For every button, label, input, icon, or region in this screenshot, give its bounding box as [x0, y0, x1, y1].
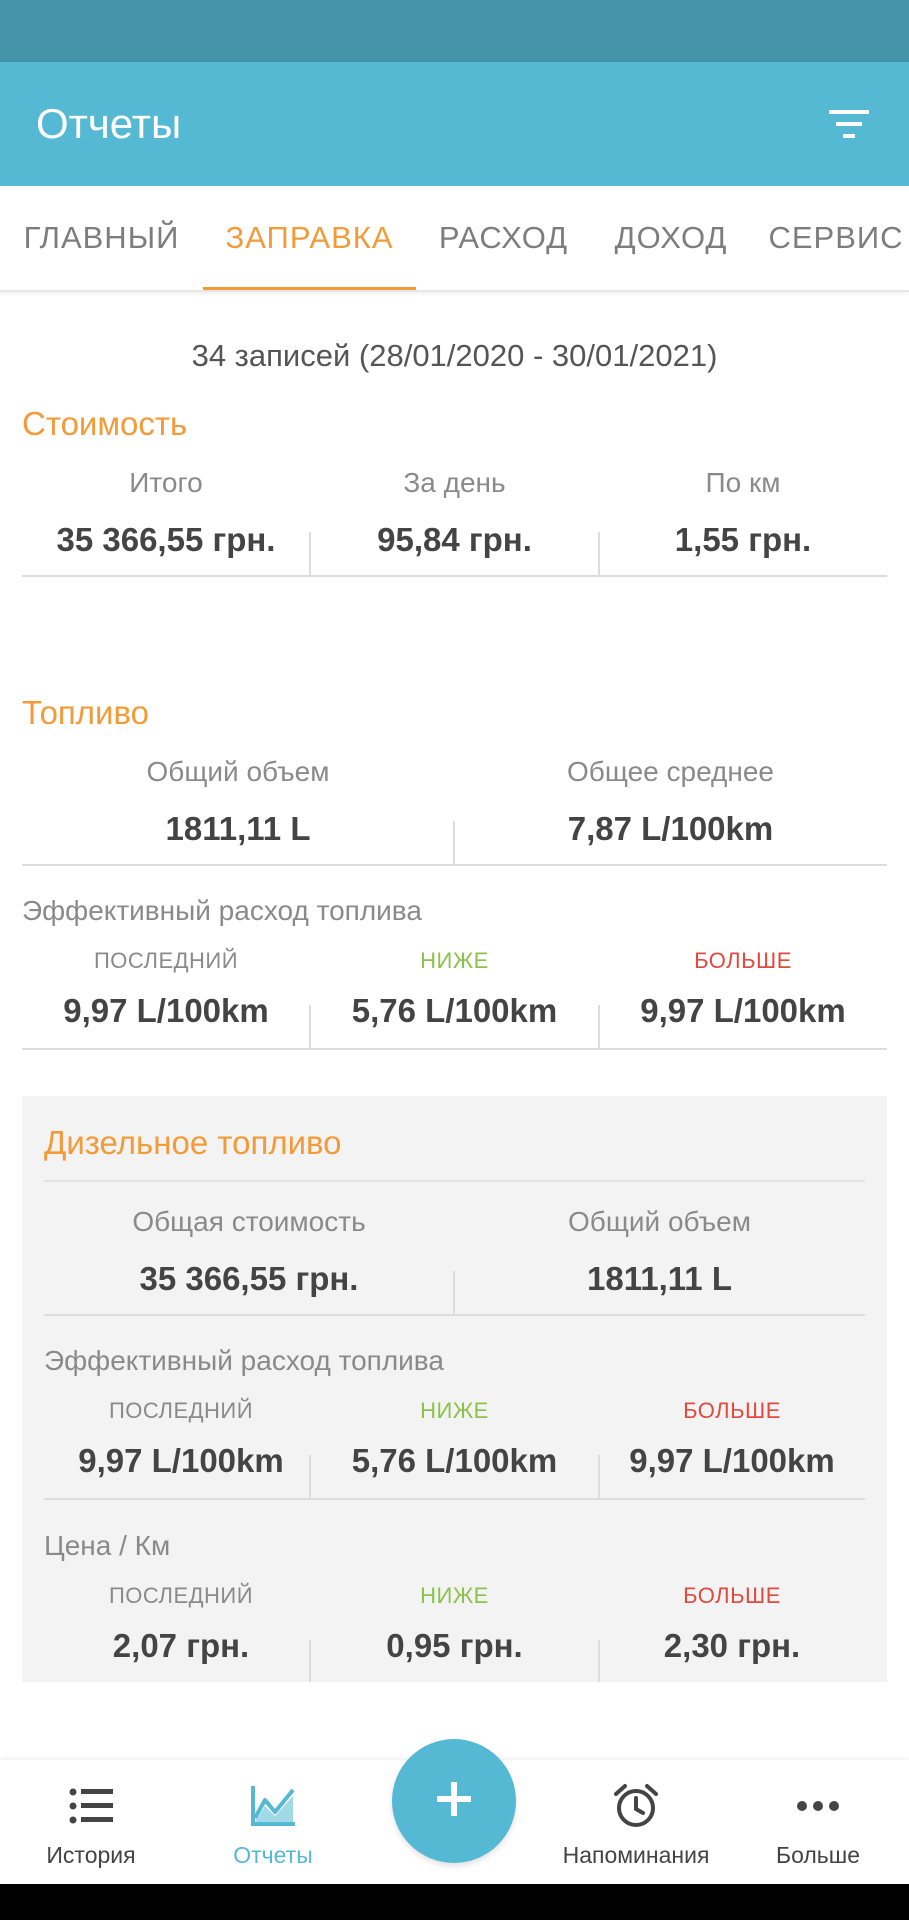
diesel-total-volume-label: Общий объем: [568, 1206, 751, 1237]
divider: [44, 1180, 865, 1182]
cost-row: Итого 35 366,55 грн. За день 95,84 грн. …: [22, 467, 887, 577]
fuel-efficiency-title: Эффективный расход топлива: [22, 895, 422, 926]
fuel-efficiency-low: НИЖЕ 5,76 L/100km: [310, 948, 599, 1030]
tab-main[interactable]: ГЛАВНЫЙ: [0, 186, 203, 290]
nav-reports[interactable]: Отчеты: [182, 1760, 364, 1884]
tab-indicator: [203, 287, 416, 290]
price-per-km-high: БОЛЬШЕ 2,30 грн.: [599, 1583, 865, 1665]
fuel-average: Общее среднее 7,87 L/100km: [454, 756, 887, 848]
fuel-total-volume-value: 1811,11 L: [165, 810, 311, 847]
list-icon: [67, 1782, 115, 1830]
app-bar: Отчеты: [0, 62, 909, 186]
diesel-efficiency-last: ПОСЛЕДНИЙ 9,97 L/100km: [44, 1398, 318, 1480]
cost-per-km: По км 1,55 грн.: [599, 467, 887, 559]
diesel-section-title: Дизельное топливо: [44, 1124, 342, 1161]
tab-service[interactable]: СЕРВИС: [751, 186, 909, 290]
price-per-km-last-value: 2,07 грн.: [112, 1627, 250, 1664]
tab-expense[interactable]: РАСХОД: [416, 186, 591, 290]
cost-per-km-value: 1,55 грн.: [674, 521, 812, 558]
diesel-efficiency-low-label: НИЖЕ: [420, 1398, 489, 1423]
cost-total-value: 35 366,55 грн.: [56, 521, 276, 558]
nav-reports-label: Отчеты: [233, 1842, 313, 1868]
fuel-efficiency-low-label: НИЖЕ: [420, 948, 489, 973]
diesel-efficiency-title: Эффективный расход топлива: [44, 1345, 444, 1376]
cost-total-label: Итого: [129, 467, 203, 498]
price-per-km-row: ПОСЛЕДНИЙ 2,07 грн. НИЖЕ 0,95 грн. БОЛЬШ…: [44, 1583, 865, 1682]
plus-icon: [435, 1780, 473, 1823]
cost-per-km-label: По км: [705, 467, 781, 498]
fuel-efficiency-high-value: 9,97 L/100km: [640, 992, 846, 1029]
price-per-km-high-value: 2,30 грн.: [663, 1627, 801, 1664]
price-per-km-last-label: ПОСЛЕДНИЙ: [108, 1583, 254, 1608]
diesel-efficiency-high: БОЛЬШЕ 9,97 L/100km: [599, 1398, 865, 1480]
price-per-km-low-value: 0,95 грн.: [386, 1627, 523, 1664]
fuel-row: Общий объем 1811,11 L Общее среднее 7,87…: [22, 756, 887, 866]
diesel-total-cost: Общая стоимость 35 366,55 грн.: [44, 1206, 454, 1298]
diesel-total-volume-value: 1811,11 L: [587, 1260, 732, 1297]
cost-per-day: За день 95,84 грн.: [310, 467, 599, 559]
tab-refuel[interactable]: ЗАПРАВКА: [203, 186, 416, 290]
diesel-efficiency-low-value: 5,76 L/100km: [351, 1442, 558, 1479]
app-title: Отчеты: [36, 100, 182, 147]
fuel-efficiency-high: БОЛЬШЕ 9,97 L/100km: [599, 948, 887, 1030]
status-bar: [0, 0, 909, 62]
chart-icon: [249, 1782, 297, 1830]
price-per-km-title: Цена / Км: [44, 1530, 171, 1561]
cost-per-day-label: За день: [403, 467, 506, 498]
diesel-total-volume: Общий объем 1811,11 L: [454, 1206, 865, 1298]
fuel-average-label: Общее среднее: [567, 756, 774, 787]
tab-bar: ГЛАВНЫЙ ЗАПРАВКА РАСХОД ДОХОД СЕРВИС: [0, 186, 909, 292]
diesel-efficiency-high-label: БОЛЬШЕ: [683, 1398, 781, 1423]
fuel-total-volume: Общий объем 1811,11 L: [22, 756, 454, 848]
diesel-efficiency-last-value: 9,97 L/100km: [78, 1442, 284, 1479]
nav-more[interactable]: Больше: [727, 1760, 909, 1884]
fuel-efficiency-last-label: ПОСЛЕДНИЙ: [93, 948, 239, 973]
price-per-km-high-label: БОЛЬШЕ: [683, 1583, 781, 1608]
nav-history-label: История: [46, 1842, 136, 1868]
alarm-clock-icon: [612, 1782, 660, 1830]
fuel-efficiency-last-value: 9,97 L/100km: [63, 992, 269, 1029]
records-summary: 34 записей (28/01/2020 - 30/01/2021): [191, 338, 718, 373]
nav-reminders[interactable]: Напоминания: [545, 1760, 727, 1884]
fuel-total-volume-label: Общий объем: [146, 756, 330, 787]
fuel-efficiency-low-value: 5,76 L/100km: [351, 992, 558, 1029]
cost-total: Итого 35 366,55 грн.: [22, 467, 310, 559]
fuel-efficiency-last: ПОСЛЕДНИЙ 9,97 L/100km: [22, 948, 310, 1030]
diesel-efficiency-high-value: 9,97 L/100km: [629, 1442, 835, 1479]
add-record-button[interactable]: [392, 1739, 516, 1863]
fuel-average-value: 7,87 L/100km: [567, 810, 774, 847]
fuel-section-title: Топливо: [22, 694, 150, 731]
cost-per-day-value: 95,84 грн.: [377, 521, 532, 558]
diesel-row: Общая стоимость 35 366,55 грн. Общий объ…: [44, 1206, 865, 1316]
nav-more-label: Больше: [775, 1842, 861, 1868]
more-dots-icon: [794, 1782, 842, 1830]
cost-section-title: Стоимость: [22, 405, 188, 442]
price-per-km-low: НИЖЕ 0,95 грн.: [310, 1583, 599, 1665]
filter-icon[interactable]: [825, 100, 873, 148]
diesel-efficiency-row: ПОСЛЕДНИЙ 9,97 L/100km НИЖЕ 5,76 L/100km…: [44, 1398, 865, 1500]
price-per-km-low-label: НИЖЕ: [420, 1583, 489, 1608]
price-per-km-last: ПОСЛЕДНИЙ 2,07 грн.: [44, 1583, 318, 1665]
diesel-total-cost-label: Общая стоимость: [132, 1206, 366, 1237]
nav-reminders-label: Напоминания: [562, 1842, 710, 1868]
diesel-efficiency-low: НИЖЕ 5,76 L/100km: [310, 1398, 599, 1480]
diesel-card: Дизельное топливо Общая стоимость 35 366…: [22, 1096, 887, 1682]
fuel-efficiency-high-label: БОЛЬШЕ: [694, 948, 792, 973]
diesel-efficiency-last-label: ПОСЛЕДНИЙ: [108, 1398, 254, 1423]
tab-income[interactable]: ДОХОД: [591, 186, 751, 290]
nav-history[interactable]: История: [0, 1760, 182, 1884]
system-nav-bar: [0, 1884, 909, 1920]
diesel-total-cost-value: 35 366,55 грн.: [139, 1260, 359, 1297]
fuel-efficiency-row: ПОСЛЕДНИЙ 9,97 L/100km НИЖЕ 5,76 L/100km…: [22, 948, 887, 1050]
